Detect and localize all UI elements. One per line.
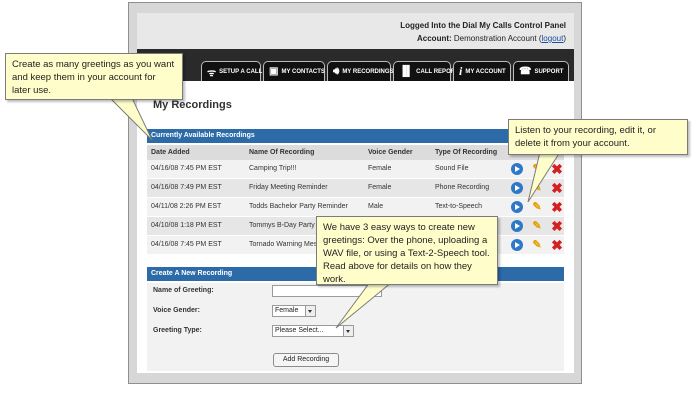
cell-name: Friday Meeting Reminder	[249, 184, 328, 191]
tab-my-account[interactable]: i MY ACCOUNT	[453, 61, 511, 81]
column-header: Date Added	[151, 149, 190, 156]
cell-type: Sound File	[435, 165, 469, 172]
cell-name: Camping Trip!!!	[249, 165, 297, 172]
column-header: Type Of Recording	[435, 149, 498, 156]
create-recording-form: Name of Greeting: Voice Gender: Female G…	[147, 283, 564, 371]
pencil-icon[interactable]: ✎	[531, 239, 543, 251]
play-icon[interactable]	[511, 220, 523, 232]
greeting-type-select[interactable]: Please Select...	[272, 325, 354, 337]
table-header: Date Added Name Of Recording Voice Gende…	[147, 145, 564, 160]
delete-x-icon[interactable]: ✖	[551, 238, 563, 252]
greeting-type-label: Greeting Type:	[153, 327, 202, 334]
voice-gender-label: Voice Gender:	[153, 307, 200, 314]
pencil-icon[interactable]: ✎	[531, 220, 543, 232]
logout-link[interactable]: logout	[542, 34, 564, 43]
delete-x-icon[interactable]: ✖	[551, 181, 563, 195]
account-line: Account: Demonstration Account (logout)	[400, 32, 566, 45]
cell-date: 04/16/08 7:45 PM EST	[151, 241, 222, 248]
signal-icon: ᯤ	[207, 67, 217, 79]
play-icon[interactable]	[511, 239, 523, 251]
tab-label: SETUP A CALL	[219, 68, 263, 75]
pencil-icon[interactable]: ✎	[531, 201, 543, 213]
tab-label: MY RECORDINGS	[342, 68, 394, 75]
speaker-icon: 🔊︎	[333, 66, 340, 77]
voice-gender-select[interactable]: Female	[272, 305, 316, 317]
account-name: Demonstration Account	[453, 34, 537, 43]
cell-date: 04/16/08 7:49 PM EST	[151, 184, 222, 191]
tab-call-reports[interactable]: ▐▌ CALL REPORTS	[393, 61, 463, 81]
greeting-type-value: Please Select...	[275, 327, 324, 334]
table-row: 04/16/08 7:45 PM EST Camping Trip!!! Fem…	[147, 160, 564, 179]
voice-gender-value: Female	[275, 307, 299, 314]
tab-label: SUPPORT	[534, 68, 564, 75]
greeting-name-input[interactable]	[272, 285, 382, 297]
contacts-icon: ▣	[269, 66, 279, 77]
column-header: Voice Gender	[368, 149, 413, 156]
chevron-down-icon	[343, 326, 353, 336]
callout-listen: Listen to your recording, edit it, or de…	[508, 119, 688, 155]
cell-name: Tommys B-Day Party	[249, 222, 315, 229]
info-icon: i	[459, 64, 463, 78]
cell-date: 04/11/08 2:26 PM EST	[151, 203, 222, 210]
column-header: Name Of Recording	[249, 149, 315, 156]
control-panel-window: Logged Into the Dial My Calls Control Pa…	[128, 2, 582, 384]
delete-x-icon[interactable]: ✖	[551, 219, 563, 233]
tab-support[interactable]: ☎ SUPPORT	[513, 61, 569, 81]
delete-x-icon[interactable]: ✖	[551, 200, 563, 214]
recordings-panel-header: Currently Available Recordings	[147, 129, 564, 143]
cell-type: Text-to-Speech	[435, 203, 483, 210]
account-info: Logged Into the Dial My Calls Control Pa…	[400, 19, 566, 45]
pencil-icon[interactable]: ✎	[531, 182, 543, 194]
cell-date: 04/16/08 7:45 PM EST	[151, 165, 222, 172]
table-row: 04/11/08 2:26 PM EST Todds Bachelor Part…	[147, 198, 564, 217]
phone-icon: ☎	[519, 66, 532, 77]
logged-in-text: Logged Into the Dial My Calls Control Pa…	[400, 21, 566, 30]
cell-name: Tornado Warning Mess	[249, 241, 321, 248]
table-row: 04/16/08 7:49 PM EST Friday Meeting Remi…	[147, 179, 564, 198]
greeting-name-label: Name of Greeting:	[153, 287, 214, 294]
page-title: My Recordings	[153, 99, 232, 111]
cell-date: 04/10/08 1:18 PM EST	[151, 222, 222, 229]
tab-setup-call[interactable]: ᯤ SETUP A CALL	[201, 61, 263, 81]
chevron-down-icon	[305, 306, 315, 316]
cell-gender: Female	[368, 165, 392, 172]
tab-my-recordings[interactable]: 🔊︎ MY RECORDINGS	[327, 61, 394, 81]
tab-label: MY ACCOUNT	[465, 68, 506, 75]
tab-my-contacts[interactable]: ▣ MY CONTACTS	[263, 61, 325, 81]
cell-gender: Male	[368, 203, 384, 210]
tab-label: MY CONTACTS	[281, 68, 325, 75]
cell-type: Phone Recording	[435, 184, 490, 191]
logout-paren-close: )	[563, 34, 566, 43]
play-icon[interactable]	[511, 163, 523, 175]
play-icon[interactable]	[511, 182, 523, 194]
play-icon[interactable]	[511, 201, 523, 213]
callout-greetings: Create as many greetings as you want and…	[5, 53, 183, 100]
main-nav: ᯤ SETUP A CALL ▣ MY CONTACTS 🔊︎ MY RECORDIN…	[137, 49, 574, 81]
delete-x-icon[interactable]: ✖	[551, 162, 563, 176]
account-header: Logged Into the Dial My Calls Control Pa…	[137, 13, 574, 49]
cell-gender: Female	[368, 184, 392, 191]
add-recording-button[interactable]: Add Recording	[273, 353, 339, 367]
cell-name: Todds Bachelor Party Reminder	[249, 203, 348, 210]
callout-ways: We have 3 easy ways to create new greeti…	[316, 216, 498, 285]
account-label: Account:	[417, 34, 452, 43]
pencil-icon[interactable]: ✎	[531, 163, 543, 175]
bar-chart-icon: ▐▌	[399, 66, 414, 77]
